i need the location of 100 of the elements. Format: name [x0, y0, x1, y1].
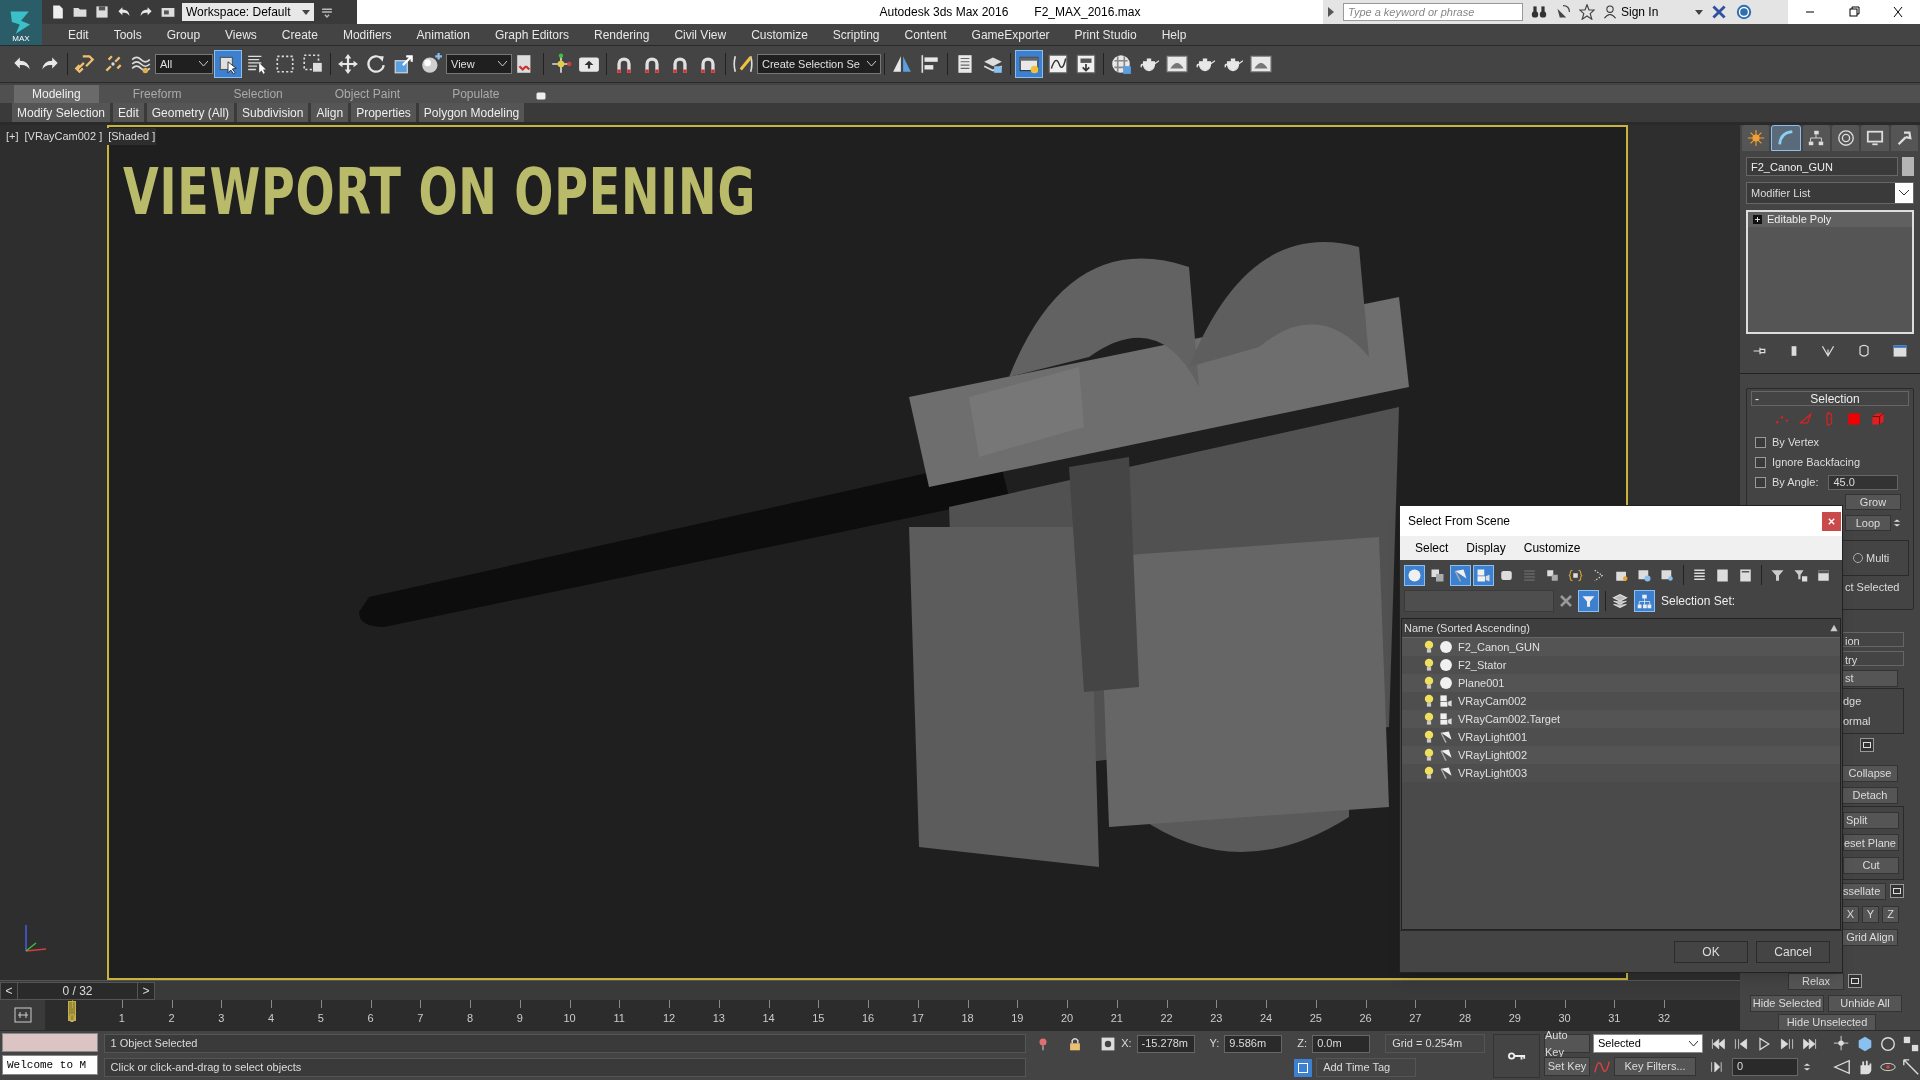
- move-icon[interactable]: [337, 53, 359, 75]
- light-bulb-icon[interactable]: [1422, 640, 1436, 654]
- loop-button[interactable]: Loop: [1845, 515, 1891, 531]
- reference-coordinate-dropdown[interactable]: View: [446, 54, 512, 74]
- object-name[interactable]: F2_Stator: [1456, 656, 1507, 674]
- schematic-view-icon[interactable]: [1075, 53, 1097, 75]
- column-header[interactable]: Name (Sorted Ascending): [1402, 619, 1840, 638]
- y-coordinate-field[interactable]: 9.586m: [1224, 1034, 1283, 1053]
- time-tag-button[interactable]: [1294, 1058, 1313, 1077]
- command-button[interactable]: Split: [1843, 811, 1899, 829]
- stack-item[interactable]: Editable Poly: [1748, 212, 1912, 227]
- light-bulb-icon[interactable]: [1422, 658, 1436, 672]
- command-panel-tab[interactable]: [1832, 125, 1860, 151]
- ribbon-panel[interactable]: Subdivision: [237, 103, 309, 122]
- settings-button[interactable]: [1848, 974, 1862, 988]
- menu-item[interactable]: Edit: [56, 25, 101, 44]
- settings-button[interactable]: [1860, 738, 1874, 752]
- ribbon-tab[interactable]: Modeling: [14, 85, 99, 103]
- exchange-icon[interactable]: [1711, 4, 1727, 20]
- current-frame-field[interactable]: 0: [1732, 1057, 1798, 1076]
- select-link[interactable]: ct Selected: [1845, 578, 1900, 596]
- search-field[interactable]: Type a keyword or phrase: [1343, 3, 1523, 21]
- ribbon-tab[interactable]: Object Paint: [316, 85, 419, 103]
- curve-editor-icon[interactable]: [1047, 53, 1069, 75]
- align-icon[interactable]: [919, 53, 941, 75]
- light-bulb-icon[interactable]: [1422, 676, 1436, 690]
- set-key-button[interactable]: Set Key: [1544, 1057, 1590, 1076]
- frame-window-icon[interactable]: [1250, 53, 1272, 75]
- light-bulb-icon[interactable]: [1422, 730, 1436, 744]
- window-crossing-icon[interactable]: [302, 53, 324, 75]
- object-name-field[interactable]: F2_Canon_GUN: [1746, 157, 1898, 176]
- scene-explorer-button[interactable]: [1015, 50, 1043, 78]
- menu-item[interactable]: Rendering: [582, 25, 662, 44]
- object-name[interactable]: VRayLight003: [1456, 764, 1528, 782]
- menu-item[interactable]: Modifiers: [330, 25, 404, 44]
- named-selection-dropdown[interactable]: Create Selection Se: [757, 54, 881, 74]
- command-panel-tab[interactable]: [1890, 125, 1918, 151]
- camera-toggle[interactable]: [1473, 564, 1494, 586]
- frame-scrubber[interactable]: < 0 / 32 >: [0, 981, 155, 1000]
- light-bulb-icon[interactable]: [1422, 712, 1436, 726]
- previous-key-icon[interactable]: [1732, 1035, 1750, 1052]
- command-button[interactable]: Hide Selected: [1750, 994, 1824, 1012]
- command-panel-tab[interactable]: [1771, 125, 1801, 151]
- object-color-swatch[interactable]: [1902, 157, 1914, 176]
- previous-frame-button[interactable]: <: [1, 981, 17, 1000]
- save-icon[interactable]: [94, 4, 110, 20]
- command-button[interactable]: eset Plane: [1843, 834, 1899, 852]
- grow-button[interactable]: Grow: [1845, 494, 1901, 510]
- menu-item[interactable]: Tools: [101, 25, 154, 44]
- expand-icon[interactable]: [1753, 215, 1762, 224]
- add-time-tag-button[interactable]: Add Time Tag: [1316, 1058, 1417, 1077]
- rollout-header[interactable]: - Selection: [1751, 391, 1909, 406]
- ribbon-panel[interactable]: Properties: [351, 103, 416, 122]
- menu-item[interactable]: Views: [213, 25, 269, 44]
- expand-icon[interactable]: [1327, 7, 1335, 17]
- menu-item[interactable]: Create: [269, 25, 330, 44]
- angle-spinner[interactable]: 45.0: [1828, 474, 1899, 490]
- command-button[interactable]: Y: [1862, 905, 1879, 923]
- command-panel-tab[interactable]: [1802, 125, 1830, 151]
- ribbon-panel[interactable]: Edit: [113, 103, 144, 122]
- orbit-icon[interactable]: [1879, 1034, 1897, 1053]
- hierarchy-toggle[interactable]: [1634, 590, 1655, 612]
- menu-item[interactable]: Select: [1415, 539, 1449, 557]
- object-name[interactable]: VRayCam002: [1456, 692, 1527, 710]
- edit-named-selection-icon[interactable]: [732, 53, 754, 75]
- ribbon-tab[interactable]: Selection: [215, 85, 301, 103]
- clear-icon[interactable]: [1560, 595, 1572, 607]
- sphere-icon[interactable]: [421, 53, 443, 75]
- selection-filter-dropdown[interactable]: All: [155, 54, 213, 74]
- absolute-mode-icon[interactable]: [1100, 1035, 1117, 1052]
- menu-item[interactable]: Graph Editors: [482, 25, 581, 44]
- key-filters-button[interactable]: Key Filters...: [1614, 1057, 1696, 1076]
- command-button[interactable]: Detach: [1842, 786, 1898, 804]
- command-button[interactable]: Collapse: [1842, 764, 1898, 782]
- workspace-dropdown[interactable]: Workspace: Default: [182, 3, 314, 21]
- command-button[interactable]: st: [1842, 669, 1898, 687]
- new-file-icon[interactable]: [50, 4, 66, 20]
- layers-icon[interactable]: [1612, 593, 1628, 609]
- viewport-label[interactable]: [Shaded ]: [107, 128, 157, 145]
- modifier-list-dropdown[interactable]: Modifier List: [1746, 182, 1914, 204]
- star-icon[interactable]: [1579, 4, 1595, 20]
- menu-item[interactable]: Group: [154, 25, 213, 44]
- next-key-icon[interactable]: [1778, 1035, 1796, 1052]
- lock-icon[interactable]: [1068, 1035, 1083, 1052]
- go-to-end-icon[interactable]: [1801, 1035, 1819, 1052]
- maxscript-output[interactable]: Welcome to M: [2, 1055, 98, 1075]
- key-mode-dropdown[interactable]: Selected: [1593, 1034, 1703, 1053]
- sphere-toggle[interactable]: [1404, 564, 1425, 586]
- field-of-view-icon[interactable]: [1833, 1057, 1851, 1076]
- object-name[interactable]: VRayLight001: [1456, 728, 1528, 746]
- current-frame-marker[interactable]: [68, 1001, 76, 1021]
- cancel-button[interactable]: Cancel: [1756, 940, 1830, 963]
- command-button[interactable]: Grid Align: [1842, 928, 1898, 946]
- z-coordinate-field[interactable]: 0.0m: [1312, 1034, 1371, 1053]
- spotlight-toggle[interactable]: [1450, 564, 1471, 586]
- material-editor-icon[interactable]: [1110, 53, 1132, 75]
- close-button[interactable]: [1822, 511, 1841, 531]
- track-bar-icon[interactable]: [11, 1005, 34, 1025]
- checkbox[interactable]: [1755, 476, 1766, 488]
- x-coordinate-field[interactable]: -15.278m: [1136, 1034, 1195, 1053]
